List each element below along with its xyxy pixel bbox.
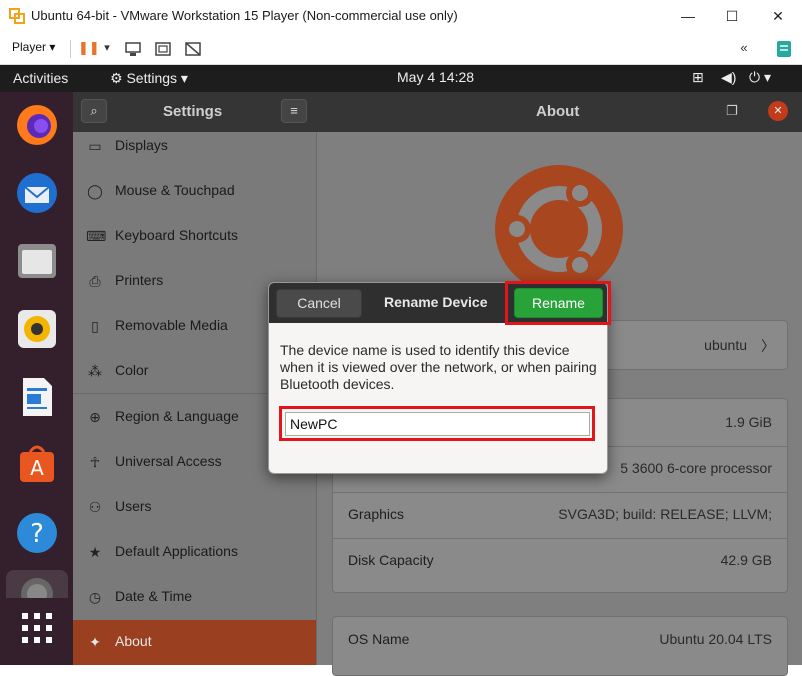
accessibility-icon: ☥	[89, 454, 101, 470]
ubuntu-top-bar: Activities ⚙ Settings ▾ May 4 14:28 ⊞ ◀)…	[0, 65, 802, 92]
thunderbird-icon[interactable]	[14, 170, 60, 216]
users-icon: ⚇	[88, 499, 102, 515]
sidebar-item-label: Removable Media	[115, 317, 228, 333]
library-notes-icon[interactable]	[776, 40, 792, 58]
maximize-button[interactable]: ☐	[716, 5, 748, 27]
sidebar-item-label: Mouse & Touchpad	[115, 182, 235, 198]
sidebar-item-displays[interactable]: ▭ Displays	[73, 124, 316, 169]
os-name-value: Ubuntu 20.04 LTS	[659, 631, 772, 647]
settings-content-header: About ❐ ✕	[316, 92, 802, 132]
graphics-row: Graphics SVGA3D; build: RELEASE; LLVM;	[333, 492, 787, 538]
clock[interactable]: May 4 14:28	[397, 69, 474, 85]
settings-dock-icon[interactable]	[19, 574, 55, 598]
sidebar-item-label: About	[115, 633, 152, 649]
cancel-button[interactable]: Cancel	[276, 289, 362, 318]
sidebar-item-mouse-touchpad[interactable]: ◯ Mouse & Touchpad	[73, 169, 316, 214]
hamburger-menu-icon[interactable]: ≡	[281, 99, 307, 123]
device-name-input[interactable]	[285, 412, 590, 436]
ubuntu-software-icon[interactable]: A	[14, 442, 60, 488]
memory-value: 1.9 GiB	[725, 414, 772, 430]
rename-button[interactable]: Rename	[514, 288, 603, 318]
firefox-icon[interactable]	[14, 102, 60, 148]
svg-text:?: ?	[30, 519, 44, 549]
sidebar-item-label: Displays	[115, 137, 168, 153]
window-title: Ubuntu 64-bit - VMware Workstation 15 Pl…	[31, 8, 458, 23]
os-name-label: OS Name	[348, 631, 410, 647]
os-name-row: OS Name Ubuntu 20.04 LTS	[333, 617, 787, 663]
disk-capacity-label: Disk Capacity	[348, 552, 434, 568]
dialog-title: Rename Device	[384, 294, 488, 310]
app-menu-settings[interactable]: ⚙ Settings ▾	[110, 70, 188, 87]
files-icon[interactable]	[14, 238, 60, 284]
restore-icon[interactable]: ❐	[726, 103, 738, 119]
minimize-button[interactable]: —	[672, 5, 704, 27]
about-icon: ✦	[89, 634, 101, 650]
clock-icon: ◷	[88, 589, 102, 605]
running-app-indicator[interactable]	[6, 570, 68, 598]
activities-button[interactable]: Activities	[13, 70, 68, 86]
sidebar-item-label: Printers	[115, 272, 164, 288]
show-applications-icon[interactable]	[20, 611, 54, 645]
sidebar-item-label: Users	[115, 498, 152, 514]
toolbar-divider	[70, 40, 71, 58]
full-screen-icon[interactable]	[184, 41, 202, 57]
vmware-toolbar: Player ▾ ❚❚ ▾ «	[0, 32, 802, 65]
chevron-right-icon: 〉	[761, 338, 775, 354]
help-icon[interactable]: ?	[14, 510, 60, 556]
close-settings-icon[interactable]: ✕	[768, 101, 788, 121]
disk-capacity-value: 42.9 GB	[720, 552, 772, 568]
graphics-value: SVGA3D; build: RELEASE; LLVM;	[558, 506, 772, 522]
sidebar-item-label: Date & Time	[115, 588, 193, 604]
processor-value: 5 3600 6-core processor	[620, 460, 772, 476]
send-ctrl-alt-del-icon[interactable]	[124, 41, 142, 57]
graphics-label: Graphics	[348, 506, 405, 522]
sidebar-item-about[interactable]: ✦ About	[73, 620, 316, 665]
printer-icon: ⎙	[89, 273, 101, 289]
removable-media-icon: ▯	[91, 318, 99, 334]
settings-title: Settings	[163, 103, 223, 120]
sidebar-item-default-applications[interactable]: ★ Default Applications	[73, 530, 316, 575]
dock: A ?	[0, 92, 73, 665]
sidebar-item-users[interactable]: ⚇ Users	[73, 485, 316, 530]
sidebar-item-label: Region & Language	[115, 408, 239, 424]
sidebar-item-label: Color	[115, 362, 149, 378]
network-icon[interactable]: ⊞	[692, 69, 704, 86]
rhythmbox-icon[interactable]	[14, 306, 60, 352]
display-icon: ▭	[88, 138, 102, 154]
device-name-value: ubuntu	[704, 337, 747, 353]
volume-icon[interactable]: ◀)	[721, 69, 736, 86]
sidebar-item-date-time[interactable]: ◷ Date & Time	[73, 575, 316, 620]
sidebar-item-keyboard-shortcuts[interactable]: ⌨ Keyboard Shortcuts	[73, 214, 316, 259]
ubuntu-logo-icon	[495, 165, 623, 293]
player-menu[interactable]: Player ▾	[12, 40, 55, 54]
search-icon[interactable]: ⌕	[81, 99, 107, 123]
svg-text:A: A	[30, 456, 44, 480]
color-icon: ⁂	[88, 363, 102, 379]
vmware-logo-icon	[9, 8, 25, 24]
mouse-icon: ◯	[87, 183, 103, 199]
sidebar-item-label: Universal Access	[115, 453, 222, 469]
vmware-title-bar: Ubuntu 64-bit - VMware Workstation 15 Pl…	[0, 0, 802, 32]
dialog-description: The device name is used to identify this…	[280, 342, 597, 392]
page-title: About	[536, 103, 580, 120]
rename-device-dialog: Cancel Rename Device Rename The device n…	[268, 281, 611, 474]
os-panel: OS Name Ubuntu 20.04 LTS	[332, 616, 788, 676]
collapse-toolbar-icon[interactable]: «	[734, 38, 754, 58]
close-window-button[interactable]: ✕	[762, 5, 794, 27]
power-menu-icon[interactable]: ⏻ ▾	[749, 69, 771, 86]
libreoffice-writer-icon[interactable]	[14, 374, 60, 420]
sidebar-item-label: Keyboard Shortcuts	[115, 227, 238, 243]
globe-icon: ⊕	[89, 409, 101, 425]
pause-icon[interactable]: ❚❚	[78, 38, 100, 58]
disk-capacity-row: Disk Capacity 42.9 GB	[333, 538, 787, 584]
power-dropdown-icon[interactable]: ▾	[100, 38, 114, 58]
sidebar-item-label: Default Applications	[115, 543, 238, 559]
unity-mode-icon[interactable]	[154, 41, 172, 57]
star-icon: ★	[88, 544, 102, 560]
keyboard-icon: ⌨	[86, 228, 107, 244]
